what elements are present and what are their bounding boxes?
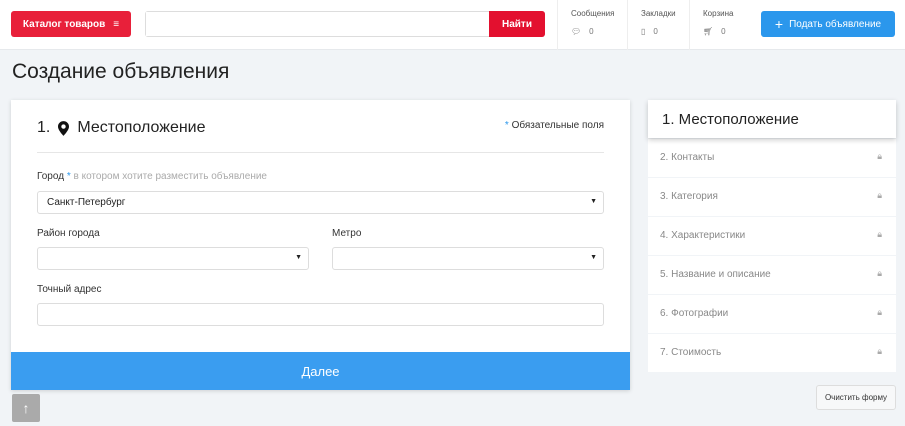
step-item: 2. Контакты 🔒︎ — [648, 139, 896, 177]
required-text: Обязательные поля — [511, 120, 604, 131]
form-title: 1. Местоположение — [37, 119, 206, 137]
city-value: Санкт-Петербург — [47, 197, 126, 208]
lock-icon: 🔒︎ — [877, 346, 882, 356]
chat-icon: 💬︎ — [571, 27, 582, 36]
divider — [37, 152, 604, 153]
step-item: 7. Стоимость 🔒︎ — [648, 334, 896, 372]
messages-link[interactable]: Сообщения 💬︎ 0 — [557, 0, 627, 50]
dropdown-arrow-icon: ▼ — [295, 254, 302, 261]
lock-icon: 🔒︎ — [877, 307, 882, 317]
city-label: Город * в котором хотите разместить объя… — [37, 171, 267, 182]
required-star: * — [504, 120, 509, 131]
arrow-up-icon: ↑ — [22, 400, 30, 416]
map-pin-icon — [58, 120, 70, 136]
next-button[interactable]: Далее — [11, 352, 630, 390]
district-select[interactable]: ▼ — [37, 247, 309, 270]
cart-link[interactable]: Корзина 🛒︎ 0 — [689, 0, 749, 50]
messages-count: 0 — [589, 27, 594, 36]
bookmark-icon: ▯ — [641, 27, 646, 36]
catalog-label: Каталог товаров — [22, 18, 106, 30]
menu-icon: ≡ — [113, 18, 120, 30]
bookmarks-link[interactable]: Закладки ▯ 0 — [627, 0, 689, 50]
address-label: Точный адрес — [37, 284, 102, 295]
step-item: 6. Фотографии 🔒︎ — [648, 295, 896, 333]
scroll-top-button[interactable]: ↑ — [12, 394, 40, 422]
step-item: 5. Название и описание 🔒︎ — [648, 256, 896, 294]
district-label: Район города — [37, 228, 100, 239]
page-title: Создание объявления — [12, 60, 230, 83]
city-required-star: * — [66, 171, 71, 182]
search-input[interactable] — [146, 12, 491, 36]
step-label: 6. Фотографии — [660, 308, 729, 319]
metro-select[interactable]: ▼ — [332, 247, 604, 270]
header: Каталог товаров ≡ Найти Сообщения 💬︎ 0 Зак… — [0, 0, 905, 50]
address-input[interactable] — [37, 303, 604, 326]
city-label-text: Город — [37, 171, 65, 182]
bookmarks-label: Закладки — [641, 9, 676, 18]
post-ad-label: Подать объявление — [789, 18, 882, 30]
city-hint: в котором хотите разместить объявление — [73, 171, 267, 182]
city-select[interactable]: Санкт-Петербург ▼ — [37, 191, 604, 214]
required-note: * Обязательные поля — [505, 120, 604, 131]
lock-icon: 🔒︎ — [877, 190, 882, 200]
catalog-button[interactable]: Каталог товаров ≡ — [11, 11, 131, 37]
cart-icon: 🛒︎ — [703, 27, 714, 36]
cart-label: Корзина — [703, 9, 734, 18]
post-ad-button[interactable]: + Подать объявление — [761, 11, 895, 37]
step-label: 5. Название и описание — [660, 269, 771, 280]
dropdown-arrow-icon: ▼ — [590, 198, 597, 205]
plus-icon: + — [774, 16, 784, 32]
step-item-active[interactable]: 1. Местоположение — [648, 100, 896, 138]
metro-label: Метро — [332, 228, 362, 239]
clear-form-button[interactable]: Очистить форму — [816, 385, 896, 410]
lock-icon: 🔒︎ — [877, 229, 882, 239]
lock-icon: 🔒︎ — [877, 151, 882, 161]
step-label: 2. Контакты — [660, 152, 715, 163]
step-label: 3. Категория — [660, 191, 718, 202]
step-item: 3. Категория 🔒︎ — [648, 178, 896, 216]
step-label: 4. Характеристики — [660, 230, 746, 241]
step-label: 7. Стоимость — [660, 347, 722, 358]
lock-icon: 🔒︎ — [877, 268, 882, 278]
search-box: Найти — [145, 11, 545, 37]
cart-count: 0 — [721, 27, 726, 36]
messages-label: Сообщения — [571, 9, 615, 18]
location-form: 1. Местоположение * Обязательные поля Го… — [11, 100, 630, 390]
dropdown-arrow-icon: ▼ — [590, 254, 597, 261]
form-title-text: Местоположение — [77, 119, 206, 136]
bookmarks-count: 0 — [653, 27, 658, 36]
steps-list: 1. Местоположение 2. Контакты 🔒︎ 3. Катег… — [648, 100, 896, 372]
search-button[interactable]: Найти — [489, 11, 545, 37]
step-item: 4. Характеристики 🔒︎ — [648, 217, 896, 255]
step-number: 1. — [37, 119, 51, 136]
